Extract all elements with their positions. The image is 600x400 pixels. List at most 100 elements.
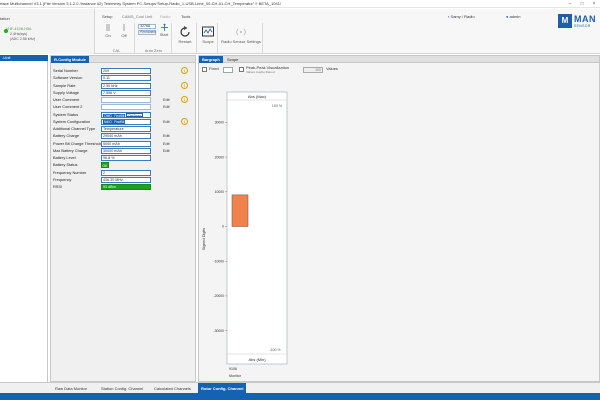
scope-button[interactable]: Scope xyxy=(199,25,217,44)
user-admin-label: ● admin xyxy=(506,14,520,19)
property-value[interactable] xyxy=(101,97,151,103)
status-chip: FewBit xyxy=(113,119,126,124)
radio-waves-icon xyxy=(236,28,246,36)
tab-bargraph[interactable]: Bargraph xyxy=(199,56,223,63)
station-label: tation xyxy=(0,16,10,21)
property-row: Additional Channel Type Temperature xyxy=(53,126,193,132)
info-icon[interactable]: i xyxy=(181,96,188,103)
user-station-label: ▪ Samy / Radio xyxy=(448,14,475,19)
user-admin-text: admin xyxy=(509,14,521,19)
values-label: Values xyxy=(326,66,338,71)
status-chip: OMG xyxy=(103,113,113,118)
property-key: Supply Voltage xyxy=(53,89,79,95)
cal-on-icon xyxy=(106,24,110,31)
property-key: Battery Status xyxy=(53,162,78,168)
ribbon: tation VHF-4124LH5A 2.4Hz(sys) (ADC 2.56… xyxy=(0,9,600,54)
tab-tools[interactable]: Tools xyxy=(181,14,190,19)
y-tick-label: 30000 xyxy=(215,121,225,125)
property-key: Sample Rate xyxy=(53,82,76,88)
property-key: Frequency Number xyxy=(53,169,87,175)
column-footer: Abs (Min) xyxy=(248,357,266,362)
cal-off-icon xyxy=(123,24,125,31)
info-icon[interactable]: i xyxy=(181,67,188,74)
property-row: System Configuration NdIO FewBit Edit i xyxy=(53,117,193,125)
bar xyxy=(231,194,249,227)
y-tick-label: 10000 xyxy=(215,190,225,194)
values-select[interactable]: 100 xyxy=(303,67,323,73)
autozero-value-field[interactable]: 32768 xyxy=(138,24,156,29)
property-value: 0.11 xyxy=(101,75,151,82)
minimize-icon[interactable]: – xyxy=(564,0,576,8)
bars-group xyxy=(231,194,249,227)
battery-status-value: OK xyxy=(102,164,108,169)
property-value[interactable]: 29040 mAh xyxy=(101,133,151,140)
fixed-checkbox[interactable] xyxy=(202,67,207,72)
radio-settings-button[interactable]: Radio Sensor Settings xyxy=(220,25,262,44)
user-station-text: Samy / Radio xyxy=(450,14,475,19)
edit-link[interactable]: Edit xyxy=(163,104,170,110)
property-row: System Status OMG FewBit CtrlStrap xyxy=(53,111,193,118)
property-value: 93 dBm xyxy=(101,184,151,190)
property-row: RSSI 93 dBm xyxy=(53,184,193,190)
radio-settings-label: Radio Sensor Settings xyxy=(221,39,261,44)
cal-on-button[interactable]: On xyxy=(101,23,115,38)
maximize-icon[interactable]: □ xyxy=(576,0,588,8)
cal-on-label: On xyxy=(105,33,111,38)
cal-group-label: CAL xyxy=(112,48,121,53)
restart-group: Restart xyxy=(173,23,197,53)
brand-word: MAN xyxy=(574,14,596,24)
peak-checkbox[interactable] xyxy=(239,67,244,72)
property-key: RSSI xyxy=(53,184,63,189)
property-value[interactable]: 5000 mAh xyxy=(101,140,151,147)
edit-link[interactable]: Edit xyxy=(163,133,170,139)
edit-link[interactable]: Edit xyxy=(163,141,170,147)
property-key: System Status xyxy=(53,111,79,117)
property-value: Temperature xyxy=(101,126,151,132)
autozero-mode-select[interactable]: Permanent xyxy=(138,30,156,35)
edit-link[interactable]: Edit xyxy=(163,148,170,154)
property-key: Battery Level xyxy=(53,155,76,160)
fixed-label: Fixed xyxy=(209,66,219,71)
title-bar: rface Multichannel V3.1 (File Version 3.… xyxy=(0,0,600,8)
property-key: Serial Number xyxy=(53,68,78,73)
property-row: Supply Voltage 7.556 V xyxy=(53,89,193,96)
property-row: User Comment Edit i xyxy=(53,96,193,103)
tab-setup[interactable]: Setup xyxy=(102,14,112,19)
property-value[interactable] xyxy=(101,104,151,111)
fixed-toggle-button[interactable] xyxy=(223,67,233,73)
chart-frame xyxy=(226,91,288,365)
sidebar-item-unit[interactable]: -Unit xyxy=(0,55,48,61)
cal-off-button[interactable]: Off xyxy=(117,23,131,38)
property-row: Max Battery Charge 30000 mAh Edit xyxy=(53,147,193,154)
tab-radio[interactable]: Radio xyxy=(160,14,170,19)
status-led-icon xyxy=(4,29,8,33)
peak-sub-label: Values maybe filtered xyxy=(246,70,275,74)
y-tick-label: -30000 xyxy=(213,329,224,333)
autozero-group-label: Auto Zero xyxy=(144,48,163,53)
edit-link[interactable]: Edit xyxy=(163,97,170,103)
edit-link[interactable]: Edit xyxy=(163,119,170,125)
monitor-label: Monitor xyxy=(229,374,242,378)
window-title: rface Multichannel V3.1 (File Version 3.… xyxy=(0,1,282,6)
cal-off-label: Off xyxy=(121,33,127,38)
tab-config-module[interactable]: R-Config Module xyxy=(51,56,89,63)
property-row: Software Version 0.11 xyxy=(53,75,193,82)
column-header: Abs (Max) xyxy=(248,94,267,99)
tab-scope[interactable]: Scope xyxy=(224,56,241,63)
close-icon[interactable]: × xyxy=(588,0,600,8)
info-icon[interactable]: i xyxy=(181,81,188,89)
property-key: Power Bit Charge Threshold xyxy=(53,140,102,146)
property-row: Frequency 436.30 MHz xyxy=(53,176,193,183)
tab-cams-cool-unit[interactable]: CAMS_Cool Unit xyxy=(122,14,152,19)
property-row: Battery Level 96.8 % xyxy=(53,155,193,161)
property-key: User Comment xyxy=(53,97,80,102)
restart-button[interactable]: Restart xyxy=(175,25,195,44)
scope-icon xyxy=(202,26,214,37)
info-icon[interactable]: i xyxy=(181,117,188,125)
property-row: Sample Rate 2.50 kHz i xyxy=(53,81,193,89)
autozero-start-button[interactable]: Start xyxy=(157,23,171,37)
property-chips: NdIO FewBit xyxy=(101,118,151,125)
status-chip: CtrlStrap xyxy=(125,112,143,118)
station-panel: tation VHF-4124LH5A 2.4Hz(sys) (ADC 2.56… xyxy=(0,9,95,54)
property-value[interactable]: 30000 mAh xyxy=(101,147,151,154)
